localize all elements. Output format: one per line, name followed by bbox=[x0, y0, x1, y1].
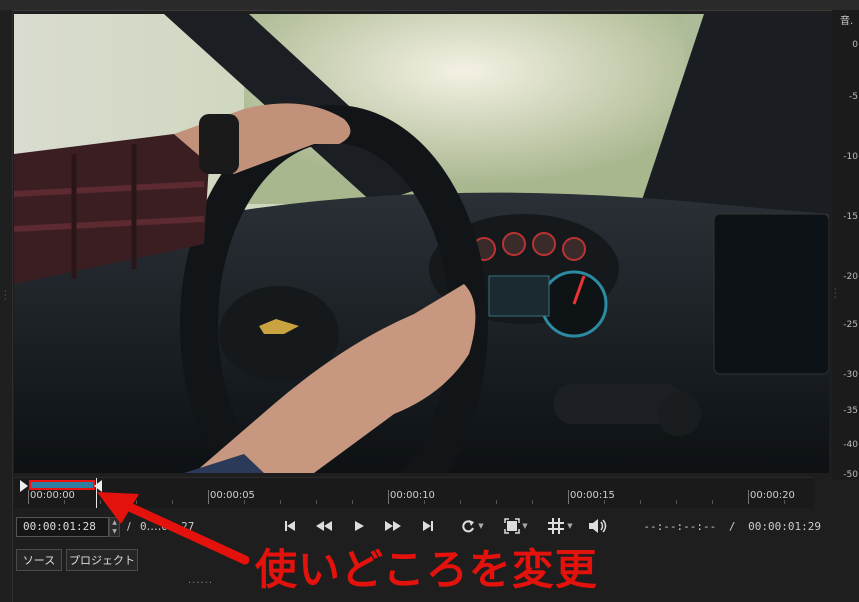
ruler-minor-tick bbox=[64, 500, 65, 504]
ruler-minor-tick bbox=[604, 500, 605, 504]
ruler-label: 00:00:15 bbox=[570, 490, 615, 501]
ruler-minor-tick bbox=[316, 500, 317, 504]
meter-tick: 0 bbox=[852, 40, 858, 50]
meter-tick: -25 bbox=[843, 320, 858, 330]
skip-to-start-button[interactable] bbox=[280, 515, 300, 537]
video-preview[interactable] bbox=[14, 14, 829, 473]
loop-button[interactable]: ▼ bbox=[454, 515, 490, 537]
ruler-minor-tick bbox=[352, 500, 353, 504]
in-out-separator: / bbox=[728, 520, 736, 533]
chevron-down-icon: ▼ bbox=[567, 522, 573, 530]
skip-to-end-button[interactable] bbox=[418, 515, 438, 537]
meter-tick: -50 bbox=[843, 470, 858, 480]
ruler-tick bbox=[568, 490, 569, 504]
fast-forward-button[interactable] bbox=[382, 515, 404, 537]
play-button[interactable] bbox=[349, 515, 369, 537]
grid-button[interactable]: ▼ bbox=[541, 515, 579, 537]
ruler-minor-tick bbox=[496, 500, 497, 504]
ruler-minor-tick bbox=[424, 500, 425, 504]
ruler-minor-tick bbox=[676, 500, 677, 504]
splitter-grip-icon[interactable]: · · · bbox=[4, 288, 7, 304]
left-panel-edge[interactable]: · · · bbox=[0, 10, 13, 602]
video-frame-image bbox=[14, 14, 829, 473]
skip-to-end-icon bbox=[423, 521, 433, 531]
ruler-tick bbox=[388, 490, 389, 504]
ruler-label: 00:00:00 bbox=[30, 490, 75, 501]
ruler-minor-tick bbox=[532, 500, 533, 504]
meter-tick: -15 bbox=[843, 212, 858, 222]
ruler-minor-tick bbox=[640, 500, 641, 504]
meter-tick: -5 bbox=[849, 92, 858, 102]
ruler-label: 00:00:20 bbox=[750, 490, 795, 501]
meter-tick: -35 bbox=[843, 406, 858, 416]
chevron-down-icon: ▼ bbox=[522, 522, 528, 530]
annotation-text: 使いどころを変更 bbox=[255, 545, 598, 594]
rewind-button[interactable] bbox=[313, 515, 335, 537]
in-out-range[interactable] bbox=[29, 480, 95, 490]
resize-grip-icon[interactable]: ······ bbox=[188, 578, 213, 589]
in-out-placeholder: --:--:--:-- bbox=[643, 520, 717, 533]
meter-tick: -40 bbox=[843, 440, 858, 450]
ruler-minor-tick bbox=[784, 500, 785, 504]
skip-to-start-icon bbox=[285, 521, 295, 531]
volume-icon bbox=[589, 519, 607, 533]
audio-meter: 音. 0 -5 -10 -15 -20 -25 -30 -35 -40 -50 … bbox=[832, 10, 859, 480]
meter-tick: -30 bbox=[843, 370, 858, 380]
top-bar bbox=[0, 0, 859, 11]
volume-button[interactable] bbox=[586, 515, 610, 537]
total-duration: 00:00:01:29 bbox=[748, 520, 821, 533]
ruler-minor-tick bbox=[280, 500, 281, 504]
annotation-arrow-icon bbox=[97, 492, 250, 565]
rewind-icon bbox=[316, 521, 332, 531]
zoom-button[interactable]: ▼ bbox=[498, 515, 534, 537]
meter-tick: -20 bbox=[843, 272, 858, 282]
ruler-tick bbox=[748, 490, 749, 504]
ruler-label: 00:00:10 bbox=[390, 490, 435, 501]
tab-source[interactable]: ソース bbox=[16, 549, 62, 571]
loop-icon bbox=[462, 520, 475, 533]
ruler-tick bbox=[28, 490, 29, 504]
ruler-minor-tick bbox=[460, 500, 461, 504]
ruler-minor-tick bbox=[712, 500, 713, 504]
fast-forward-icon bbox=[385, 521, 401, 531]
grid-icon bbox=[548, 518, 565, 534]
in-out-timecode: --:--:--:-- / 00:00:01:29 bbox=[643, 520, 821, 533]
zoom-fit-icon bbox=[504, 518, 521, 534]
play-icon bbox=[355, 521, 364, 531]
audio-meter-title: 音. bbox=[840, 16, 854, 27]
meter-grip-icon[interactable]: · · · bbox=[834, 286, 837, 302]
meter-tick: -10 bbox=[843, 152, 858, 162]
chevron-down-icon: ▼ bbox=[478, 522, 484, 530]
